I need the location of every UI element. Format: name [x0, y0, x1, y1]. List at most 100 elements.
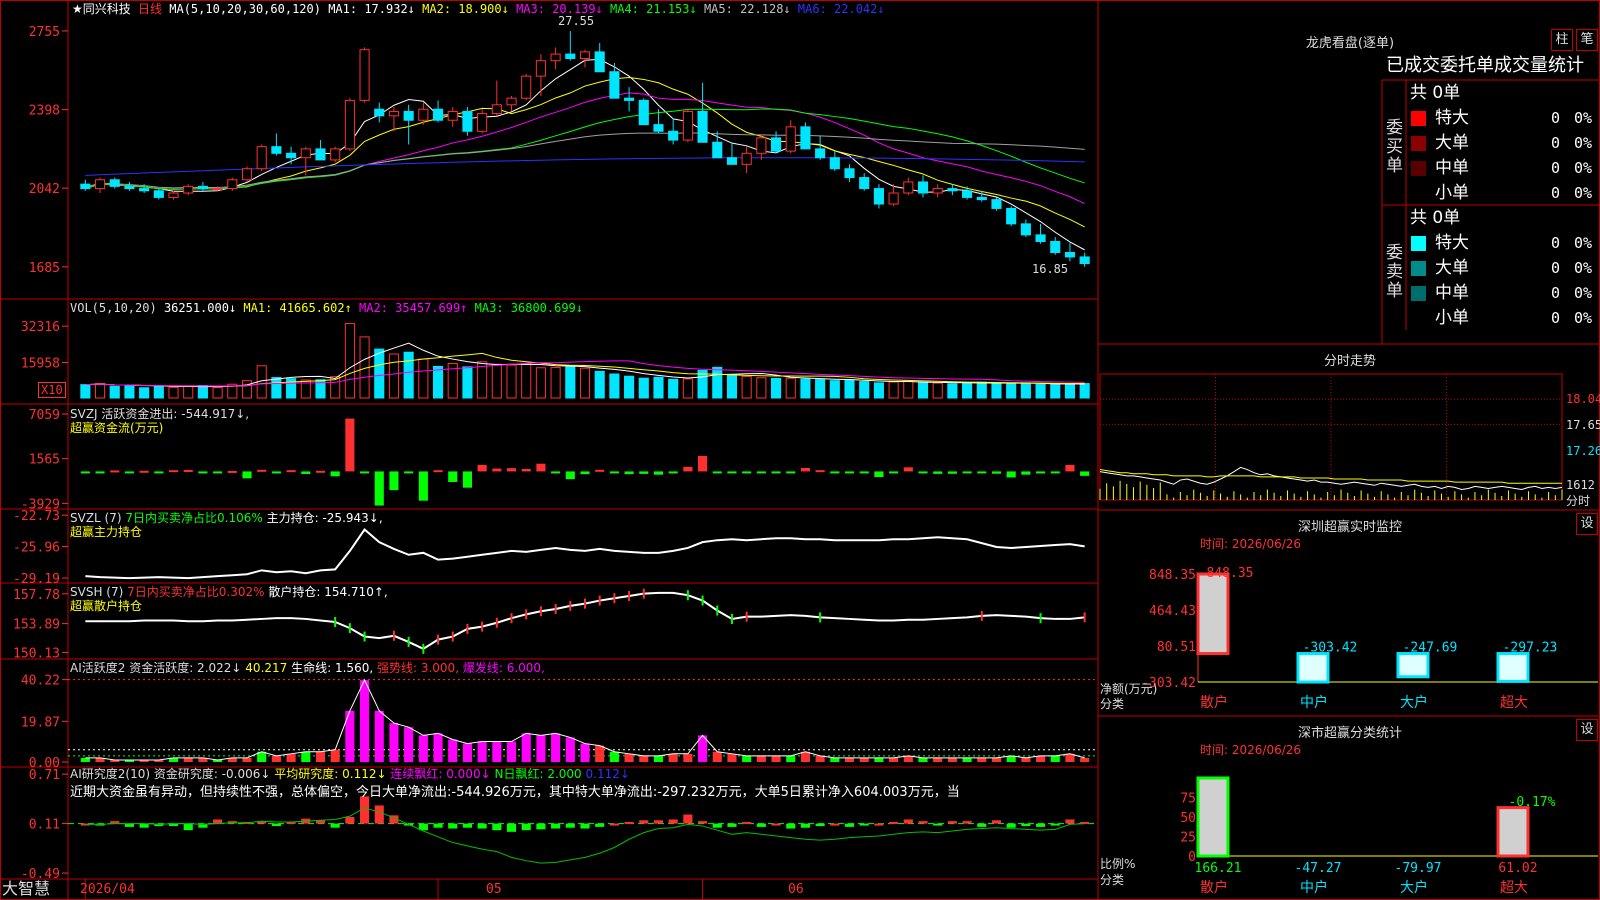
svzj-bar-39: [653, 471, 664, 475]
svzj-bar-57: [918, 471, 928, 474]
candle-body-62: [991, 199, 1002, 209]
svzj-bar-12: [257, 469, 267, 472]
sell-total: 共 0单: [1410, 208, 1461, 228]
vol-bar-58: [932, 382, 943, 399]
candle-body-27: [477, 113, 488, 132]
vol-bar-38: [638, 377, 649, 399]
svzj-bar-15: [301, 471, 311, 475]
ai-act-bar-39: [653, 755, 664, 762]
sell-row-pct-0: 0%: [1574, 234, 1593, 252]
vol-bar-66: [1050, 383, 1061, 399]
bar-mode-button[interactable]: 柱: [1551, 29, 1573, 51]
sz-monitor-settings-button[interactable]: 设: [1576, 513, 1598, 535]
vol-bar-55: [888, 381, 899, 399]
svzj-bar-29: [506, 468, 517, 472]
svzj-bar-61: [977, 471, 987, 474]
candle-body-49: [800, 126, 811, 150]
longhu-subtitle: 已成交委托单成交量统计: [1386, 55, 1584, 76]
ai-res-bar-26: [462, 823, 472, 828]
candle-body-36: [609, 71, 620, 99]
svzj-bar-66: [1050, 471, 1060, 474]
vol-bar-0: [80, 384, 91, 399]
svzj-bar-18: [345, 418, 355, 472]
candle-body-46: [756, 137, 767, 154]
buy-swatch-1: [1411, 136, 1426, 151]
research-value: AI研究度2(10) 资金研究度: -0.006↓: [70, 767, 271, 781]
candle-body-57: [917, 181, 929, 194]
candle-body-6: [168, 192, 179, 198]
svzj-bar-19: [360, 471, 370, 474]
svzl-legend: SVZL (7) 7日内买卖净占比0.106% 主力持仓: -25.943↓,: [70, 511, 383, 525]
candle-body-28: [491, 104, 502, 115]
sz-class-settings-button[interactable]: 设: [1576, 719, 1598, 741]
sz-monitor-ylabel: 净额(万元): [1100, 682, 1158, 696]
candle-body-47: [770, 137, 782, 152]
ai-res-bar-45: [742, 821, 752, 824]
stock-name[interactable]: ★同兴科技: [72, 2, 131, 16]
candle-body-22: [403, 110, 414, 121]
sz-class-bar-0: [1196, 776, 1230, 858]
svzj-bar-17: [330, 471, 340, 477]
sz-class-cat-3: 超大: [1500, 880, 1528, 896]
candle-body-67: [1064, 252, 1076, 258]
vol-bar-8: [197, 385, 208, 399]
candle-body-3: [124, 185, 135, 190]
svsh-ratio: 7日内买卖净占比0.302%: [127, 585, 265, 599]
vol-ma2: MA2: 35457.699↑: [359, 301, 468, 315]
lifeline-value: 生命线: 1.560,: [291, 661, 374, 675]
ai-act-bar-64: [1021, 757, 1031, 762]
candle-body-1: [94, 179, 106, 190]
candle-body-8: [197, 185, 208, 190]
ai-act-bar-11: [242, 757, 252, 762]
svsh-position: 散户持仓: 154.710↑,: [268, 585, 388, 599]
ai-act-bar-30: [521, 733, 531, 762]
sz-class-y-tick-0: 75: [1180, 792, 1196, 807]
ai-act-bar-37: [624, 753, 634, 762]
tick-mode-button[interactable]: 笔: [1576, 29, 1598, 51]
svzj-bar-51: [830, 471, 840, 474]
ai-res-bar-58: [933, 823, 943, 826]
candle-body-14: [286, 152, 297, 159]
ai-act-bar-27: [477, 741, 487, 762]
vol-ma1: MA1: 41665.602↑: [243, 301, 352, 315]
vol-bar-65: [1035, 383, 1046, 399]
sell-row-pct-3: 0%: [1574, 309, 1593, 327]
ai-activity-legend: AI活跃度2 资金活跃度: 2.022↓ 40.217 生命线: 1.560, …: [70, 661, 545, 675]
period-label[interactable]: 日线: [138, 2, 162, 16]
ai-act-bar-36: [609, 751, 619, 762]
vol-bar-67: [1064, 383, 1076, 399]
ai-res-bar-62: [991, 820, 1002, 824]
ai-act-bar-29: [506, 741, 517, 762]
svzl-y-tick-1: -25.96: [13, 541, 60, 556]
main-chart-svg[interactable]: 2755239820421685323161595870591565-3929-…: [0, 0, 1600, 900]
ai-res-bar-43: [712, 823, 722, 828]
kline-y-tick-3: 1685: [29, 261, 60, 276]
candle-body-0: [80, 183, 91, 190]
sz-monitor-bar-3: [1496, 652, 1530, 683]
ma10-line: [85, 76, 1085, 228]
candle-body-52: [844, 168, 855, 179]
buy-total: 共 0单: [1410, 83, 1461, 103]
candle-body-66: [1050, 240, 1061, 254]
vol-bar-48: [785, 377, 796, 399]
ai-res-bar-34: [580, 823, 590, 829]
buy-row-value-3: 0: [1550, 184, 1560, 202]
ai-act-bar-49: [800, 751, 810, 762]
vol-bar-54: [873, 382, 884, 399]
vol-bar-3: [124, 384, 135, 399]
ai-res-bar-13: [271, 823, 281, 827]
svzj-bar-2: [110, 470, 120, 473]
buy-side-label: 委买单: [1386, 118, 1403, 176]
vol-bar-63: [1006, 383, 1017, 399]
ai-res-bar-48: [786, 823, 796, 829]
svzj-bar-64: [1021, 471, 1031, 475]
sz-class-y-tick-1: 50: [1180, 811, 1196, 826]
svzj-bar-11: [242, 471, 252, 479]
candle-body-38: [638, 99, 649, 126]
vol-bar-37: [624, 375, 635, 399]
sz-class-bar-label-0: 166.21: [1195, 861, 1242, 876]
svzj-bar-21: [389, 471, 399, 491]
candle-body-41: [682, 110, 693, 141]
sell-row-value-1: 0: [1550, 259, 1560, 277]
vol-bar-35: [594, 370, 605, 399]
